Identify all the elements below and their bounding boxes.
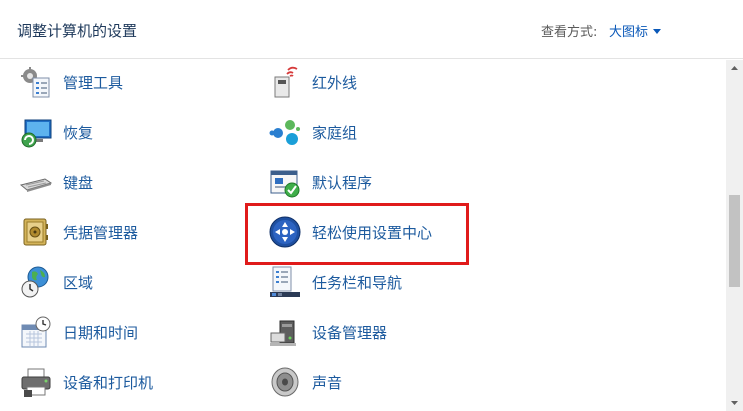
item-label: 默认程序 <box>312 173 373 192</box>
item-sound[interactable]: 声音 <box>268 362 468 402</box>
item-label: 键盘 <box>63 173 94 192</box>
globe-clock-icon <box>19 265 53 299</box>
view-by-value: 大图标 <box>609 25 649 40</box>
view-by-dropdown[interactable]: 大图标 <box>609 21 662 40</box>
device-manager-icon <box>268 315 302 349</box>
highlight-box <box>245 203 469 265</box>
item-devices-printers[interactable]: 设备和打印机 <box>19 362 219 402</box>
infrared-icon <box>268 65 302 99</box>
item-label: 日期和时间 <box>63 323 139 342</box>
item-label: 管理工具 <box>63 73 124 92</box>
scroll-up-arrow-icon[interactable] <box>726 60 743 77</box>
item-infrared[interactable]: 红外线 <box>268 62 468 102</box>
item-default-programs[interactable]: 默认程序 <box>268 162 468 202</box>
chevron-down-icon <box>653 29 662 34</box>
item-label: 设备管理器 <box>312 323 388 342</box>
item-label: 红外线 <box>312 73 358 92</box>
item-label: 家庭组 <box>312 123 358 142</box>
header-bar: 调整计算机的设置 查看方式: 大图标 <box>0 0 743 59</box>
page-title: 调整计算机的设置 <box>17 22 138 40</box>
item-region[interactable]: 区域 <box>19 262 219 302</box>
speaker-icon <box>268 365 302 399</box>
view-by-label: 查看方式: <box>541 25 598 40</box>
default-programs-icon <box>268 165 302 199</box>
keyboard-icon <box>19 165 53 199</box>
printer-icon <box>19 365 53 399</box>
item-label: 凭据管理器 <box>63 223 139 242</box>
item-taskbar-navigation[interactable]: 任务栏和导航 <box>268 262 468 302</box>
item-recovery[interactable]: 恢复 <box>19 112 219 152</box>
vault-icon <box>19 215 53 249</box>
item-keyboard[interactable]: 键盘 <box>19 162 219 202</box>
calendar-clock-icon <box>19 315 53 349</box>
recovery-icon <box>19 115 53 149</box>
homegroup-icon <box>268 115 302 149</box>
vertical-scrollbar[interactable] <box>726 60 743 411</box>
admin-tools-icon <box>19 65 53 99</box>
item-label: 任务栏和导航 <box>312 273 403 292</box>
scroll-down-arrow-icon[interactable] <box>726 394 743 411</box>
item-credential-manager[interactable]: 凭据管理器 <box>19 212 219 252</box>
item-label: 声音 <box>312 373 343 392</box>
item-device-manager[interactable]: 设备管理器 <box>268 312 468 352</box>
item-admin-tools[interactable]: 管理工具 <box>19 62 219 102</box>
item-label: 恢复 <box>63 123 94 142</box>
item-date-time[interactable]: 日期和时间 <box>19 312 219 352</box>
scrollbar-thumb[interactable] <box>729 195 740 287</box>
item-label: 区域 <box>63 273 94 292</box>
item-label: 设备和打印机 <box>63 373 154 392</box>
taskbar-icon <box>268 265 302 299</box>
item-homegroup[interactable]: 家庭组 <box>268 112 468 152</box>
